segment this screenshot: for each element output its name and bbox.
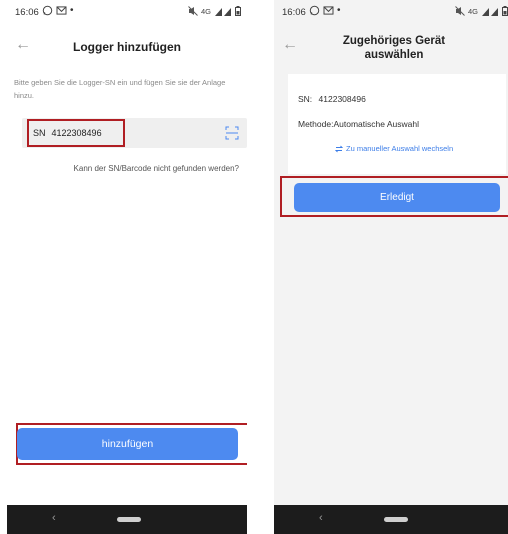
status-app-icons: • <box>42 5 74 16</box>
battery-icon <box>502 6 508 16</box>
network-type: 4G <box>200 6 211 16</box>
add-button[interactable]: hinzufügen <box>17 428 238 460</box>
status-right: 4G <box>455 6 508 16</box>
status-time: 16:06 <box>15 7 39 18</box>
status-app-icons: • <box>309 5 341 16</box>
sn-value: 4122308496 <box>318 94 366 104</box>
battery-icon <box>235 6 241 16</box>
page-title-line2: auswählen <box>364 49 424 61</box>
scan-icon[interactable] <box>225 126 239 140</box>
method-value: Automatische Auswahl <box>333 119 419 129</box>
signal-icon <box>215 7 231 16</box>
switch-to-manual-link[interactable]: Zu manueller Auswahl wechseln <box>335 144 453 153</box>
page-title: Zugehöriges Gerät auswählen <box>274 34 508 62</box>
status-bar: 16:06 • 4G <box>274 0 508 24</box>
signal-icon <box>482 7 498 16</box>
right-screen: 16:06 • 4G ← Zugehöriges Gerät auswählen… <box>274 0 508 534</box>
left-screen: 16:06 • 4G ← Logger hinzufügen Bitte geb… <box>7 0 247 534</box>
mute-icon <box>188 6 198 16</box>
network-type: 4G <box>467 6 478 16</box>
nav-back-icon[interactable]: ‹ <box>52 512 56 524</box>
sn-input[interactable]: SN 4122308496 <box>22 118 247 148</box>
instruction-text: Bitte geben Sie die Logger-SN ein und fü… <box>14 78 226 100</box>
switch-link-label: Zu manueller Auswahl wechseln <box>346 144 454 153</box>
gmail-icon <box>56 6 67 15</box>
mute-icon <box>455 6 465 16</box>
done-button[interactable]: Erledigt <box>294 183 500 212</box>
sn-value: 4122308496 <box>51 128 102 138</box>
navigation-bar: ‹ <box>274 505 508 534</box>
nav-home-pill-icon[interactable] <box>117 517 141 522</box>
status-right: 4G <box>188 6 241 16</box>
page-title-line1: Zugehöriges Gerät <box>342 35 446 47</box>
status-time: 16:06 <box>282 7 306 18</box>
gmail-icon <box>323 6 334 15</box>
device-card: SN: 4122308496 Methode:Automatische Ausw… <box>288 74 506 174</box>
whatsapp-icon <box>42 5 53 16</box>
navigation-bar: ‹ <box>7 505 247 534</box>
sn-label: SN: <box>298 94 313 104</box>
page-title: Logger hinzufügen <box>73 40 181 54</box>
sn-prefix: SN <box>33 128 46 138</box>
whatsapp-icon <box>309 5 320 16</box>
notification-dot-icon: • <box>70 5 74 16</box>
sn-value-highlight: SN 4122308496 <box>27 119 125 147</box>
status-bar: 16:06 • 4G <box>7 0 247 24</box>
method-row: Methode:Automatische Auswahl <box>298 119 419 129</box>
method-label: Methode: <box>298 119 334 129</box>
notification-dot-icon: • <box>337 5 341 16</box>
cant-find-barcode-link[interactable]: Kann der SN/Barcode nicht gefunden werde… <box>74 164 239 173</box>
switch-icon <box>335 145 343 152</box>
nav-back-icon[interactable]: ‹ <box>319 512 323 524</box>
nav-home-pill-icon[interactable] <box>384 517 408 522</box>
sn-row: SN: 4122308496 <box>298 94 366 104</box>
